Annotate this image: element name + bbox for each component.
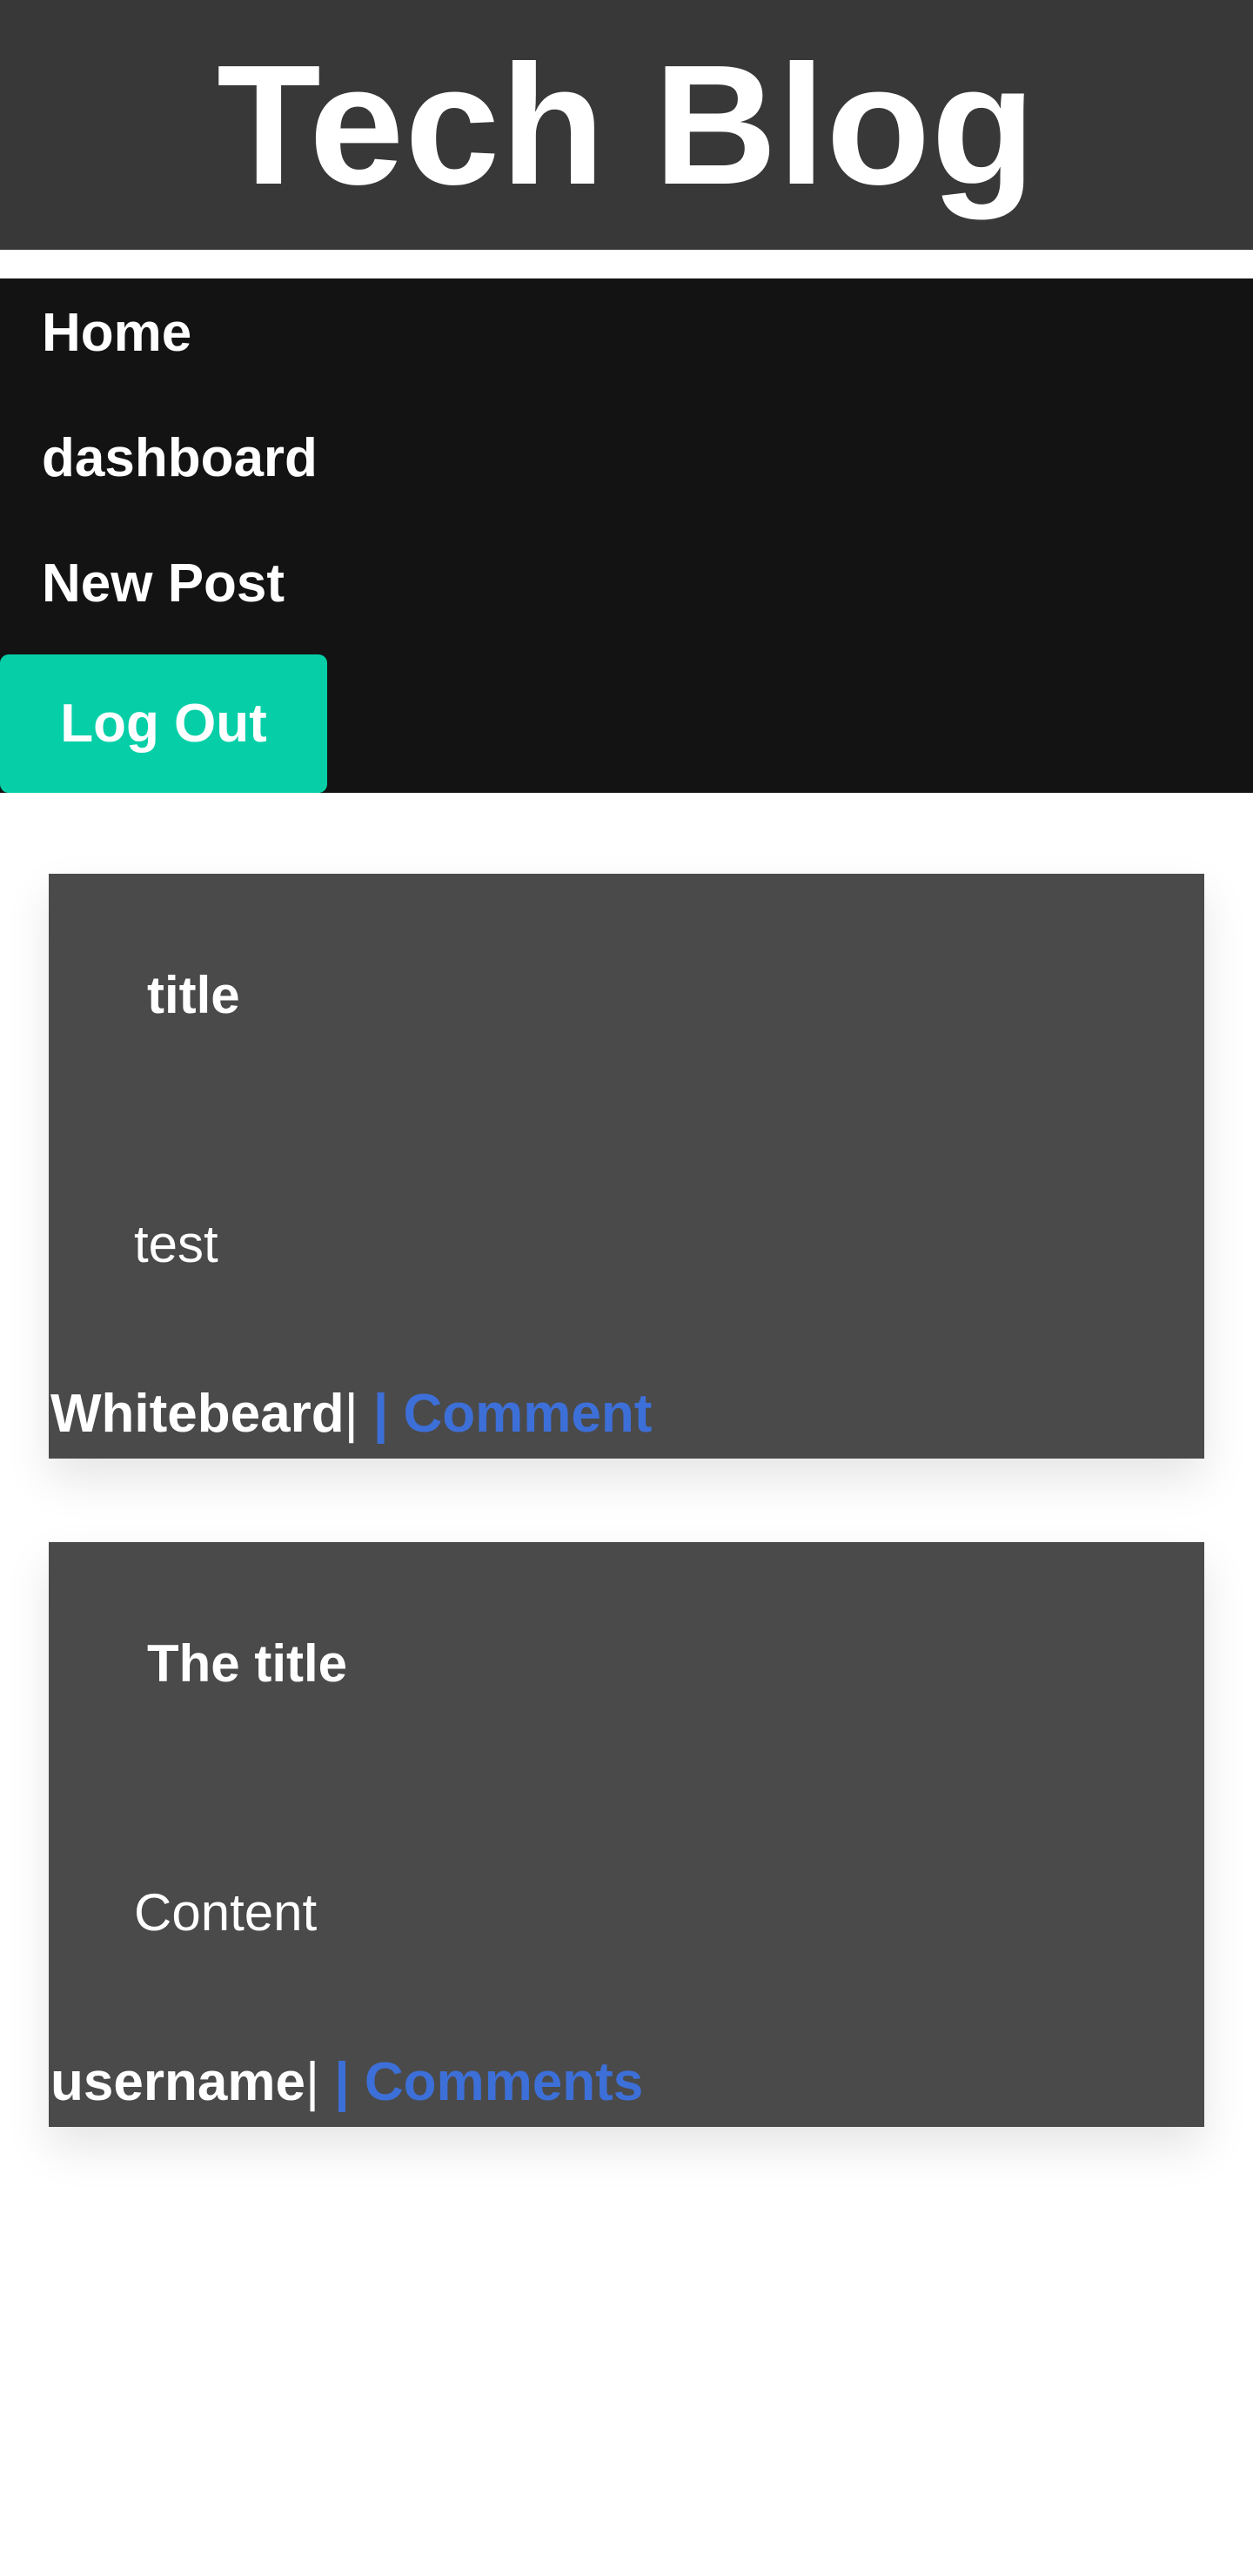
post-author: username: [50, 2052, 305, 2112]
post-meta-separator: |: [344, 1384, 358, 1444]
site-header: Tech Blog: [0, 0, 1253, 250]
post-content: test: [134, 1215, 218, 1273]
comments-link[interactable]: | Comments: [319, 2052, 643, 2112]
post-author: Whitebeard: [50, 1384, 345, 1444]
logout-button[interactable]: Log Out: [0, 654, 327, 793]
site-title: Tech Blog: [217, 29, 1036, 220]
post-card: The title Content username| | Comments: [49, 1542, 1204, 2127]
main-nav: Home dashboard New Post Log Out: [0, 278, 1253, 793]
nav-dashboard-link[interactable]: dashboard: [42, 432, 318, 486]
post-title[interactable]: title: [147, 969, 240, 1022]
nav-home-link[interactable]: Home: [42, 306, 191, 360]
post-content: Content: [134, 1883, 318, 1942]
post-meta: username| | Comments: [50, 2056, 643, 2110]
post-meta-separator: |: [305, 2052, 320, 2112]
comment-link[interactable]: | Comment: [358, 1384, 652, 1444]
nav-new-post-link[interactable]: New Post: [42, 557, 285, 611]
post-title[interactable]: The title: [147, 1638, 347, 1690]
post-card: title test Whitebeard| | Comment: [49, 874, 1204, 1459]
post-meta: Whitebeard| | Comment: [50, 1387, 652, 1441]
